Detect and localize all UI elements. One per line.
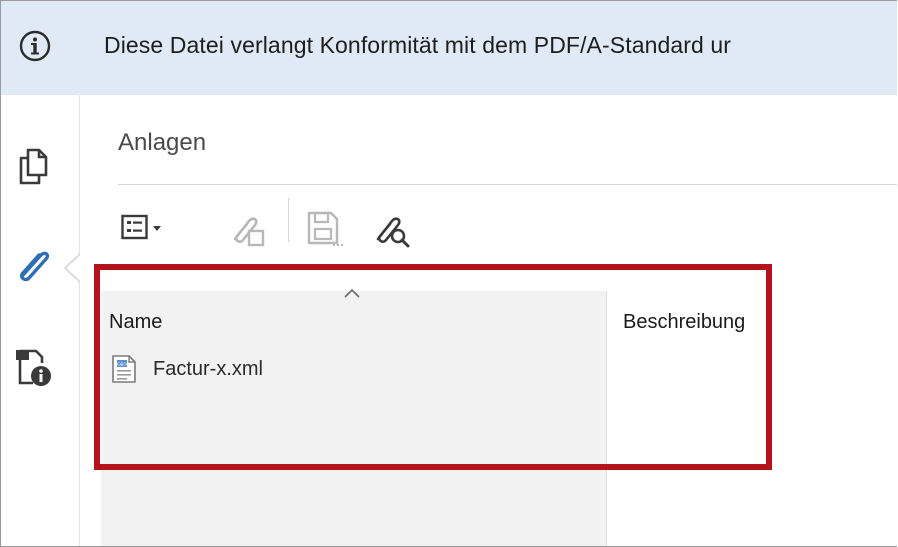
sort-ascending-icon — [344, 285, 360, 298]
info-circle-icon — [19, 30, 51, 62]
name-column — [101, 291, 606, 546]
file-name: Factur-x.xml — [153, 358, 263, 380]
info-message: Diese Datei verlangt Konformität mit dem… — [104, 32, 732, 58]
pages-icon[interactable] — [17, 147, 51, 192]
svg-text:<e>: <e> — [115, 361, 129, 368]
table-row[interactable]: <e> Factur-x.xml — [107, 351, 577, 385]
toolbar-separator — [288, 198, 289, 242]
save-attachment-icon[interactable] — [305, 209, 345, 253]
panel-title: Anlagen — [118, 129, 207, 156]
app-window: Diese Datei verlangt Konformität mit dem… — [0, 0, 897, 547]
document-info-icon[interactable] — [13, 345, 53, 394]
info-bar: Diese Datei verlangt Konformität mit dem… — [1, 1, 897, 95]
active-pointer-icon — [59, 253, 81, 288]
column-divider[interactable] — [606, 291, 607, 546]
xml-file-icon: <e> — [109, 354, 139, 389]
search-attachment-icon[interactable] — [370, 207, 414, 251]
divider — [118, 184, 897, 185]
add-attachment-icon[interactable] — [227, 207, 269, 251]
attachments-table: Name Beschreibung <e> Factur-x.xml — [101, 251, 897, 546]
column-header-name[interactable]: Name — [109, 311, 162, 334]
column-header-description[interactable]: Beschreibung — [623, 311, 745, 334]
navigation-rail — [1, 95, 81, 546]
paperclip-icon[interactable] — [14, 243, 54, 290]
